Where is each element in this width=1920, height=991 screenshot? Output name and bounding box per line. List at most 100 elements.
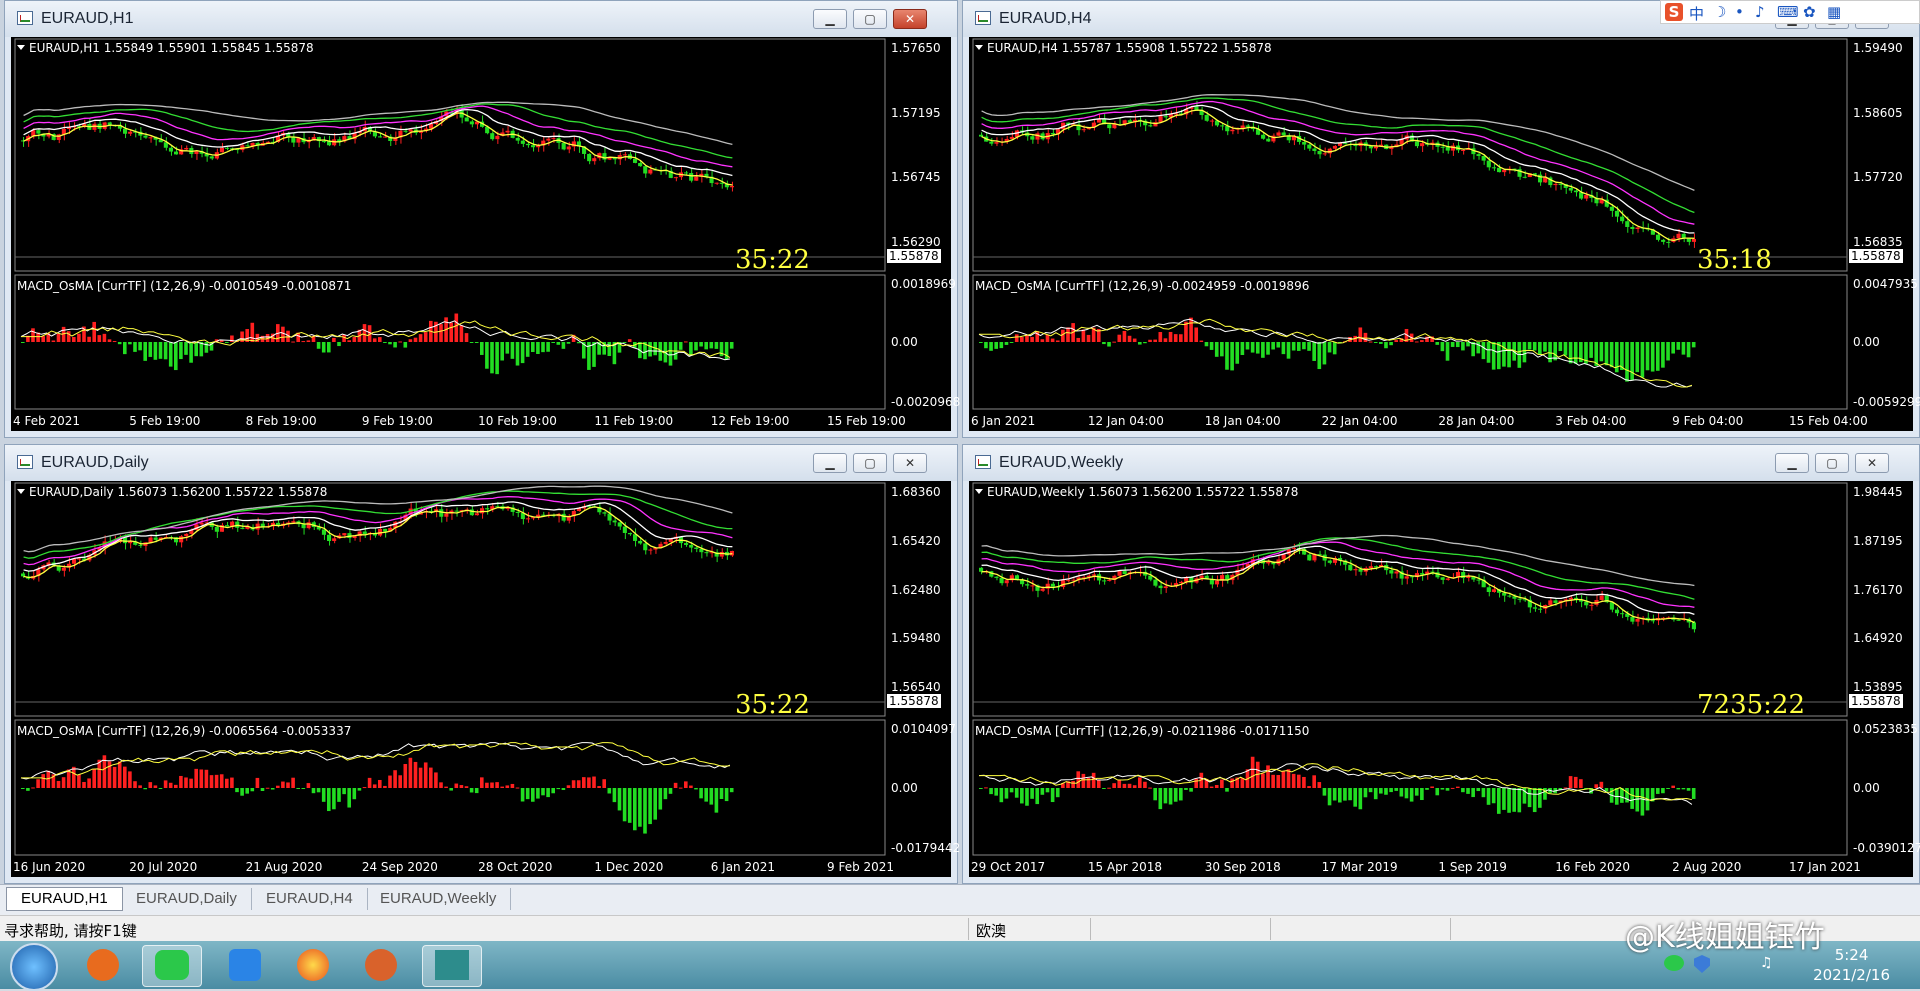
chart-window-3[interactable]: EURAUD,Weekly ▁ ▢ ✕ EURAUD,Weekly 1.56073 1.… bbox=[962, 444, 1920, 884]
macd-histogram-bar bbox=[1112, 783, 1116, 788]
chart-collapse-icon[interactable] bbox=[975, 45, 983, 50]
macd-histogram-bar bbox=[306, 783, 311, 788]
candle bbox=[72, 558, 77, 569]
security-tray-icon[interactable] bbox=[1694, 955, 1710, 973]
candle bbox=[1614, 607, 1620, 617]
chart-collapse-icon[interactable] bbox=[17, 489, 25, 494]
time-axis-label: 6 Jan 2021 bbox=[971, 414, 1036, 428]
candle bbox=[714, 182, 719, 185]
macd-histogram-bar bbox=[1307, 786, 1311, 788]
macd-histogram-bar bbox=[505, 785, 510, 788]
macd-histogram-bar bbox=[352, 336, 357, 342]
macd-histogram-bar bbox=[1281, 342, 1286, 355]
firefox-app-icon[interactable] bbox=[284, 945, 342, 985]
window-titlebar[interactable]: EURAUD,Daily ▁ ▢ ✕ bbox=[5, 445, 957, 481]
close-button[interactable]: ✕ bbox=[893, 453, 927, 473]
candle bbox=[1681, 232, 1686, 243]
macd-axis-label: 0.00 bbox=[1853, 781, 1880, 795]
wechat-tray-icon[interactable] bbox=[1664, 955, 1684, 971]
macd-histogram-bar bbox=[663, 788, 668, 800]
punctuation-icon[interactable]: • bbox=[1735, 3, 1744, 21]
macd-histogram-bar bbox=[729, 788, 734, 793]
close-button[interactable]: ✕ bbox=[893, 9, 927, 29]
keyboard-icon[interactable]: ⌨ bbox=[1777, 3, 1799, 21]
macd-histogram-bar bbox=[1686, 788, 1691, 791]
macd-histogram-bar bbox=[464, 333, 469, 342]
macd-histogram-bar bbox=[1127, 335, 1132, 342]
candle bbox=[490, 131, 495, 141]
mascot-app-icon[interactable] bbox=[352, 945, 410, 985]
macd-histogram-bar bbox=[1286, 342, 1291, 359]
macd-histogram-bar bbox=[1373, 342, 1378, 343]
skin-icon[interactable]: ✿ bbox=[1803, 3, 1816, 21]
wechat-app-icon[interactable] bbox=[142, 945, 202, 987]
chart-collapse-icon[interactable] bbox=[17, 45, 25, 50]
macd-histogram-bar bbox=[1055, 788, 1060, 798]
tab-euraud-weekly[interactable]: EURAUD,Weekly bbox=[366, 888, 512, 910]
chart-canvas[interactable]: EURAUD,Weekly 1.56073 1.56200 1.55722 1.… bbox=[969, 481, 1920, 877]
chart-window-0[interactable]: EURAUD,H1 ▁ ▢ ✕ EURAUD,H1 1.55849 1.55901 1.… bbox=[4, 0, 960, 438]
macd-histogram-bar bbox=[1661, 788, 1665, 794]
macd-histogram-bar bbox=[1517, 788, 1522, 813]
window-title: EURAUD,Daily bbox=[41, 454, 149, 471]
candle bbox=[525, 142, 530, 148]
chart-collapse-icon[interactable] bbox=[975, 489, 983, 494]
macd-histogram-bar bbox=[1291, 342, 1296, 351]
maximize-button[interactable]: ▢ bbox=[853, 9, 887, 29]
microphone-icon[interactable]: ♪ bbox=[1755, 3, 1765, 21]
macd-histogram-bar bbox=[1040, 788, 1045, 795]
ime-toolbar[interactable]: S 中 ☽ • ♪ ⌨ ✿ ▦ bbox=[1660, 0, 1920, 24]
macd-histogram-bar bbox=[459, 325, 464, 342]
chart-canvas[interactable]: EURAUD,Daily 1.56073 1.56200 1.55722 1.5… bbox=[11, 481, 960, 877]
candle bbox=[230, 520, 235, 530]
maximize-button[interactable]: ▢ bbox=[1815, 453, 1849, 473]
ime-mode[interactable]: 中 bbox=[1689, 3, 1704, 24]
macd-histogram-bar bbox=[1225, 788, 1229, 792]
start-button[interactable] bbox=[10, 943, 58, 991]
chart-window-2[interactable]: EURAUD,Daily ▁ ▢ ✕ EURAUD,Daily 1.56073 1.56… bbox=[4, 444, 960, 884]
notes-app-icon[interactable] bbox=[216, 945, 274, 985]
chart-canvas[interactable]: EURAUD,H4 1.55787 1.55908 1.55722 1.5587… bbox=[969, 37, 1920, 431]
toolbox-icon[interactable]: ▦ bbox=[1827, 3, 1841, 21]
macd-histogram-bar bbox=[398, 775, 402, 788]
macd-histogram-bar bbox=[1322, 788, 1327, 796]
browser-app-icon[interactable] bbox=[74, 945, 132, 985]
chart-window-1[interactable]: EURAUD,H4▁▢✕EURAUD,H4 1.55787 1.55908 1.… bbox=[962, 0, 1920, 438]
candle bbox=[168, 145, 173, 156]
minimize-button[interactable]: ▁ bbox=[1775, 453, 1809, 473]
moon-icon[interactable]: ☽ bbox=[1713, 3, 1726, 21]
macd-histogram-bar bbox=[1050, 338, 1055, 342]
macd-histogram-bar bbox=[1363, 788, 1368, 798]
window-titlebar[interactable]: EURAUD,H1 ▁ ▢ ✕ bbox=[5, 1, 957, 37]
candle bbox=[1132, 114, 1137, 128]
tab-euraud-daily[interactable]: EURAUD,Daily bbox=[122, 888, 252, 910]
macd-histogram-bar bbox=[112, 341, 117, 343]
macd-histogram-bar bbox=[994, 788, 999, 796]
trading-terminal-app-icon[interactable] bbox=[422, 945, 482, 987]
window-titlebar[interactable]: EURAUD,Weekly ▁ ▢ ✕ bbox=[963, 445, 1919, 481]
minimize-button[interactable]: ▁ bbox=[813, 9, 847, 29]
minimize-button[interactable]: ▁ bbox=[813, 453, 847, 473]
macd-indicator-label: MACD_OsMA [CurrTF] (12,26,9) -0.0065564 … bbox=[17, 724, 352, 738]
macd-histogram-bar bbox=[219, 774, 224, 788]
tab-euraud-h4[interactable]: EURAUD,H4 bbox=[252, 888, 368, 910]
chart-window-icon bbox=[17, 455, 33, 469]
volume-icon[interactable]: ♫ bbox=[1760, 955, 1778, 971]
macd-histogram-bar bbox=[1055, 340, 1060, 342]
close-button[interactable]: ✕ bbox=[1855, 453, 1889, 473]
macd-histogram-bar bbox=[1558, 342, 1563, 352]
macd-histogram-bar bbox=[1076, 337, 1081, 342]
time-axis-label: 6 Jan 2021 bbox=[710, 860, 776, 874]
macd-histogram-bar bbox=[1466, 342, 1470, 347]
candle bbox=[398, 125, 403, 144]
current-price-label: 1.55878 bbox=[887, 694, 941, 708]
chart-canvas[interactable]: EURAUD,H1 1.55849 1.55901 1.55845 1.5587… bbox=[11, 37, 960, 431]
macd-histogram-bar bbox=[1317, 342, 1322, 370]
candle bbox=[1107, 122, 1112, 135]
macd-histogram-bar bbox=[1496, 788, 1501, 814]
macd-histogram-bar bbox=[1266, 342, 1270, 355]
price-axis-label: 1.57720 bbox=[1853, 170, 1903, 185]
tab-euraud-h1[interactable]: EURAUD,H1 bbox=[6, 887, 123, 911]
maximize-button[interactable]: ▢ bbox=[853, 453, 887, 473]
macd-histogram-bar bbox=[515, 342, 520, 366]
